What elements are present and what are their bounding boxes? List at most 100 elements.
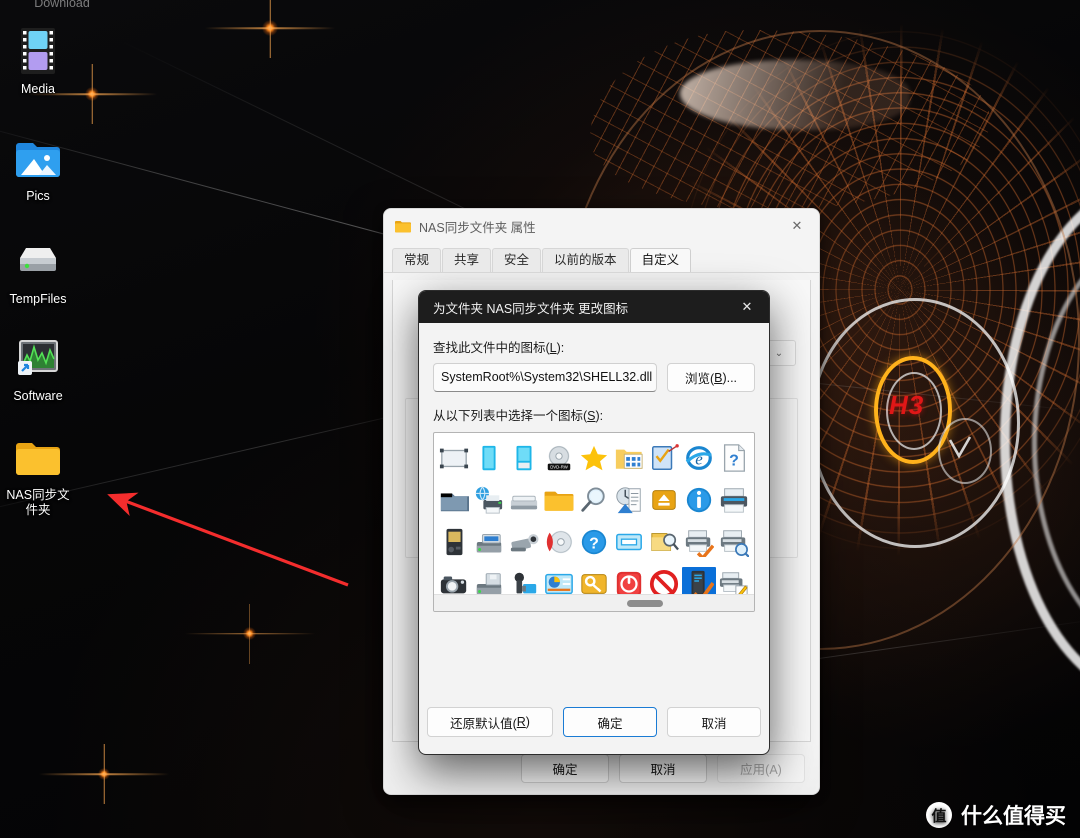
desktop: H3 Download Media Pics TempFiles Softwar…	[0, 0, 1080, 838]
change-icon-titlebar[interactable]: 为文件夹 NAS同步文件夹 更改图标 ✕	[419, 291, 769, 323]
properties-ok-button[interactable]: 确定	[521, 753, 609, 783]
close-icon[interactable]: ✕	[725, 291, 769, 323]
icon-option-search-package-icon[interactable]	[647, 525, 681, 559]
icon-list-label-suffix: ):	[595, 409, 604, 423]
icon-list-label-key: S	[587, 409, 596, 423]
icon-option-dvd-rw-disc-icon[interactable]: DVD-RW	[542, 441, 576, 475]
eject-media-icon	[652, 490, 676, 510]
wallpaper-ring-outer	[810, 298, 1020, 548]
scanner-icon	[511, 495, 538, 510]
film-strip-icon	[12, 26, 64, 76]
chevron-down-icon: ⌄	[774, 347, 784, 359]
icon-option-webcam-icon[interactable]	[507, 525, 541, 559]
scrollbar-thumb[interactable]	[627, 600, 663, 607]
properties-apply-button: 应用(A)	[717, 753, 805, 783]
icon-path-label-prefix: 查找此文件中的图标(	[433, 341, 550, 355]
desktop-icon-label: NAS同步文 件夹	[6, 488, 70, 517]
browse-label-suffix: )...	[722, 370, 738, 385]
icon-option-checklist-icon[interactable]	[647, 441, 681, 475]
icon-option-internet-explorer-icon[interactable]: e	[682, 441, 716, 475]
star-icon	[580, 445, 608, 471]
icon-path-label: 查找此文件中的图标(L):	[433, 337, 755, 356]
icon-list-box[interactable]: DVD-RW e??	[433, 432, 755, 612]
icon-option-pda-device-icon[interactable]	[437, 525, 471, 559]
icon-option-folder-icon[interactable]	[542, 483, 576, 517]
desktop-icon-label: Software	[13, 389, 63, 403]
properties-cancel-button[interactable]: 取消	[619, 753, 707, 783]
desktop-icon-label: Media	[20, 82, 56, 96]
icon-option-frame-icon[interactable]	[437, 441, 471, 475]
icon-option-printer-icon[interactable]	[717, 483, 751, 517]
icon-option-default-printer-icon[interactable]	[682, 525, 716, 559]
icon-option-briefcase-icon[interactable]	[437, 483, 471, 517]
help-question-icon: ?	[581, 529, 607, 555]
icon-option-unknown-file-icon[interactable]: ?	[717, 441, 751, 475]
window-frame-icon	[615, 533, 642, 551]
tab-customize[interactable]: 自定义	[629, 248, 692, 272]
internet-explorer-icon: e	[685, 446, 712, 470]
restore-defaults-button[interactable]: 还原默认值(R)	[427, 707, 553, 737]
close-icon[interactable]: ✕	[775, 209, 819, 243]
frame-icon	[440, 448, 469, 469]
change-icon-ok-button[interactable]: 确定	[563, 707, 657, 737]
restore-label-prefix: 还原默认值(	[450, 716, 517, 731]
icon-option-scanner-icon[interactable]	[507, 483, 541, 517]
checklist-icon	[651, 444, 679, 470]
wallpaper-lens-flare	[98, 768, 110, 780]
clipped-desktop-label: Download	[34, 0, 90, 10]
briefcase-icon	[441, 493, 470, 512]
icon-option-eject-media-icon[interactable]	[647, 483, 681, 517]
icon-path-input[interactable]: SystemRoot%\System32\SHELL32.dll	[433, 363, 657, 392]
icon-list-label-prefix: 从以下列表中选择一个图标(	[433, 409, 588, 423]
svg-text:?: ?	[729, 453, 739, 470]
icon-option-documents-stack-icon[interactable]	[612, 483, 646, 517]
icon-option-find-printer-icon[interactable]	[717, 525, 751, 559]
hard-drive-icon	[12, 236, 64, 286]
icon-option-blue-display-icon[interactable]	[507, 441, 541, 475]
properties-tabstrip[interactable]: 常规 共享 安全 以前的版本 自定义	[384, 248, 819, 273]
yellow-folder-icon	[12, 432, 64, 482]
tab-sharing[interactable]: 共享	[442, 248, 492, 272]
info-circle-icon	[686, 487, 711, 513]
watermark-text: 什么值得买	[961, 805, 1066, 828]
icon-option-scanner-device-icon[interactable]	[472, 525, 506, 559]
icon-grid[interactable]: DVD-RW e??	[434, 433, 754, 605]
svg-text:DVD-RW: DVD-RW	[550, 465, 569, 470]
scanner-device-icon	[477, 534, 502, 553]
icon-list-horizontal-scrollbar[interactable]	[434, 594, 754, 611]
icon-option-search-magnifier-icon[interactable]	[577, 483, 611, 517]
wallpaper-lens-flare	[262, 20, 278, 36]
icon-option-star-icon[interactable]	[577, 441, 611, 475]
tab-previous-versions[interactable]: 以前的版本	[542, 248, 629, 272]
icon-option-info-circle-icon[interactable]	[682, 483, 716, 517]
tab-security[interactable]: 安全	[492, 248, 542, 272]
desktop-icon-media[interactable]: Media	[0, 26, 86, 97]
properties-titlebar[interactable]: NAS同步文件夹 属性 ✕	[384, 209, 819, 243]
wallpaper-rim-arc	[1032, 228, 1080, 658]
desktop-icon-software[interactable]: Software	[0, 333, 86, 404]
desktop-icon-pics[interactable]: Pics	[0, 133, 86, 204]
change-icon-body: 查找此文件中的图标(L): SystemRoot%\System32\SHELL…	[419, 323, 769, 612]
desktop-icon-nas-folder[interactable]: NAS同步文 件夹	[0, 432, 86, 518]
wallpaper-rim-arc	[1000, 180, 1080, 700]
icon-option-window-frame-icon[interactable]	[612, 525, 646, 559]
dvd-rw-disc-icon: DVD-RW	[547, 445, 571, 471]
icon-option-folder-options-icon[interactable]	[612, 441, 646, 475]
search-magnifier-icon	[581, 487, 605, 512]
icon-option-help-question-icon[interactable]: ?	[577, 525, 611, 559]
wallpaper-ring-small	[938, 418, 992, 484]
change-icon-cancel-button[interactable]: 取消	[667, 707, 761, 737]
desktop-icon-tempfiles[interactable]: TempFiles	[0, 236, 86, 307]
restore-label-key: R	[516, 715, 526, 729]
tab-general[interactable]: 常规	[392, 248, 442, 272]
icon-option-network-printer-icon[interactable]	[472, 483, 506, 517]
change-icon-dialog[interactable]: 为文件夹 NAS同步文件夹 更改图标 ✕ 查找此文件中的图标(L): Syste…	[418, 290, 770, 755]
webcam-icon	[511, 534, 539, 552]
find-printer-icon	[720, 530, 749, 557]
browse-button[interactable]: 浏览(B)...	[667, 363, 755, 392]
icon-option-audio-cd-icon[interactable]	[542, 525, 576, 559]
default-printer-icon	[685, 530, 714, 557]
icon-option-blue-panel-icon[interactable]	[472, 441, 506, 475]
printer-icon	[720, 488, 747, 513]
desktop-icon-label: Pics	[26, 189, 50, 203]
